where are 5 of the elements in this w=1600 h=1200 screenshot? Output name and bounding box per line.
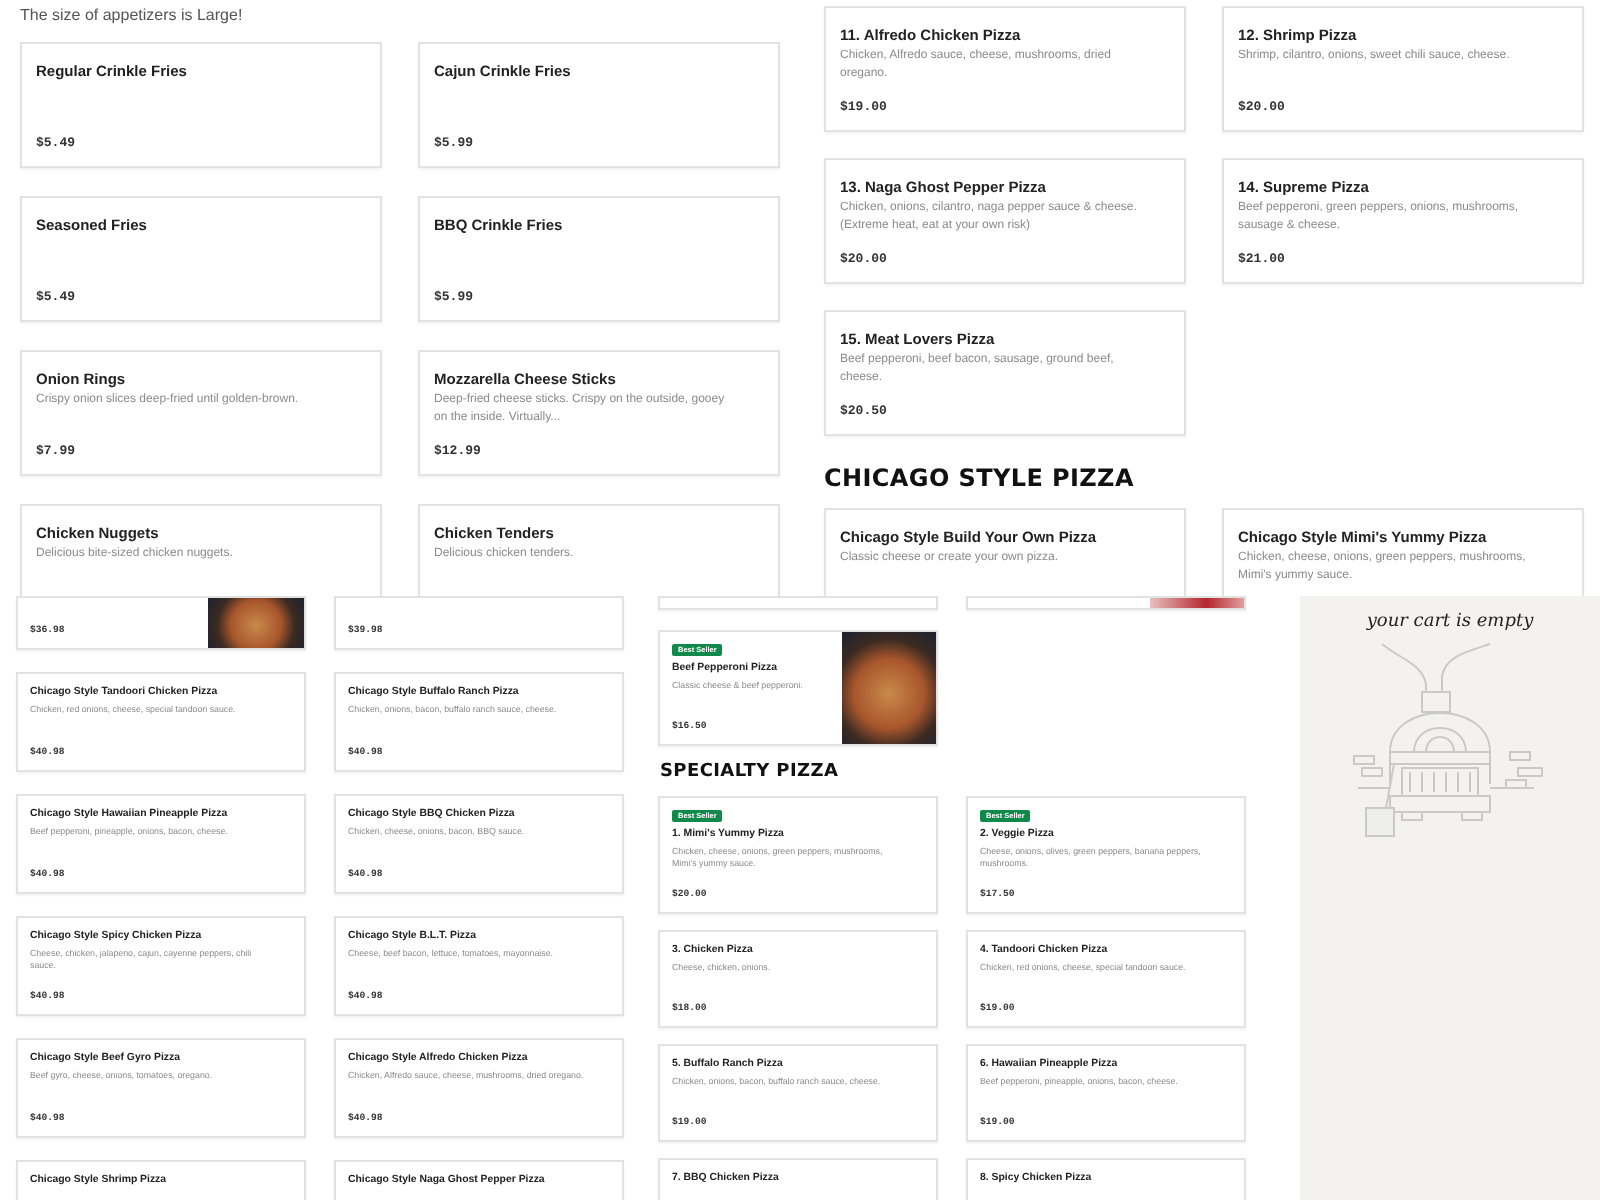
empty-cart-message: your cart is empty: [1366, 612, 1534, 632]
section-heading: SPECIALTY PIZZA: [660, 764, 841, 782]
section-heading: CHICAGO STYLE PIZZA: [824, 466, 1136, 490]
menu-item-card[interactable]: [966, 596, 1246, 610]
size-note: The size of appetizers is Large!: [20, 8, 245, 24]
